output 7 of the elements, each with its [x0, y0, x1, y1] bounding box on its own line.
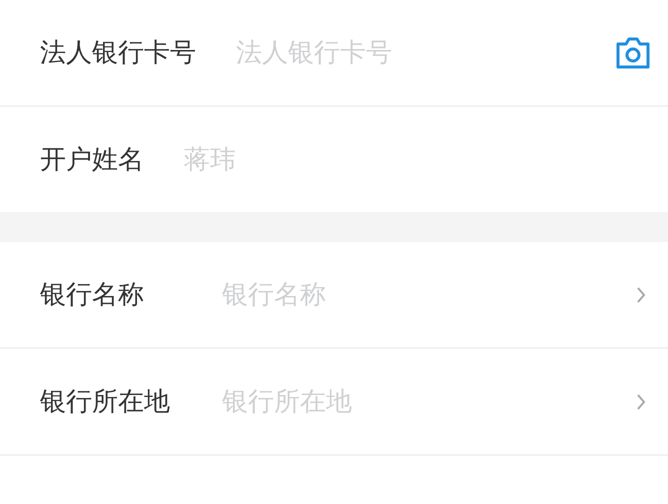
- field-label: 开户姓名: [40, 144, 144, 177]
- field-label: 银行名称: [40, 279, 145, 312]
- field-label: 法人银行卡号: [40, 37, 196, 70]
- chevron-right-icon[interactable]: [636, 286, 646, 304]
- chevron-right-icon[interactable]: [636, 392, 646, 410]
- field-label: 银行所在地: [40, 386, 171, 419]
- camera-icon[interactable]: [614, 36, 652, 70]
